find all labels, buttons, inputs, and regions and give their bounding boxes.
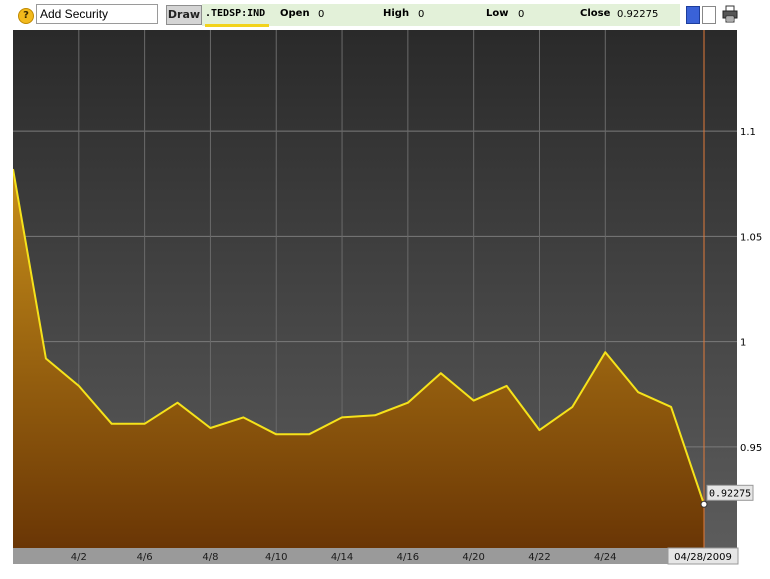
color-swatch-white[interactable] — [702, 6, 716, 24]
close-label: Close — [580, 8, 611, 19]
x-tick-label: 4/24 — [594, 552, 616, 563]
help-icon[interactable]: ? — [18, 8, 34, 24]
x-tick-label: 4/14 — [331, 552, 353, 563]
x-tick-label: 4/20 — [462, 552, 484, 563]
x-tick-label: 4/8 — [202, 552, 218, 563]
last-point-marker — [700, 500, 708, 508]
low-label: Low — [486, 8, 509, 19]
x-axis-band — [13, 548, 737, 564]
draw-button[interactable]: Draw — [166, 5, 202, 25]
ted-spread-chart[interactable]: 0.95 1 1.05 1.1 4/2 4/6 4/8 4/10 4/14 4/16 4/20 4/2… — [13, 30, 770, 579]
toolbar: ? Draw .TEDSP:IND Open 0 High 0 Low 0 Cl… — [0, 0, 770, 30]
x-tick-label: 4/10 — [265, 552, 287, 563]
printer-icon[interactable] — [722, 5, 738, 23]
close-value: 0.92275 — [617, 9, 659, 20]
high-label: High — [383, 8, 410, 19]
y-tick-label: 0.95 — [740, 443, 762, 454]
cursor-date-label: 04/28/2009 — [674, 552, 732, 563]
color-swatch-blue[interactable] — [686, 6, 700, 24]
y-tick-label: 1.05 — [740, 232, 762, 243]
x-tick-label: 4/22 — [528, 552, 550, 563]
x-tick-label: 4/6 — [137, 552, 153, 563]
ticker-underline — [205, 24, 269, 27]
x-tick-label: 4/16 — [397, 552, 419, 563]
y-tick-label: 1.1 — [740, 127, 756, 138]
ticker-symbol[interactable]: .TEDSP:IND — [205, 8, 265, 19]
y-axis-panel — [737, 30, 770, 548]
open-value: 0 — [318, 9, 325, 20]
chart-area[interactable]: 0.95 1 1.05 1.1 4/2 4/6 4/8 4/10 4/14 4/16 4/20 4/2… — [13, 30, 770, 579]
last-value-label: 0.92275 — [709, 488, 751, 499]
x-tick-label: 4/2 — [71, 552, 87, 563]
add-security-input[interactable] — [36, 4, 158, 24]
open-label: Open — [280, 8, 310, 19]
y-tick-label: 1 — [740, 338, 746, 349]
low-value: 0 — [518, 9, 525, 20]
high-value: 0 — [418, 9, 425, 20]
